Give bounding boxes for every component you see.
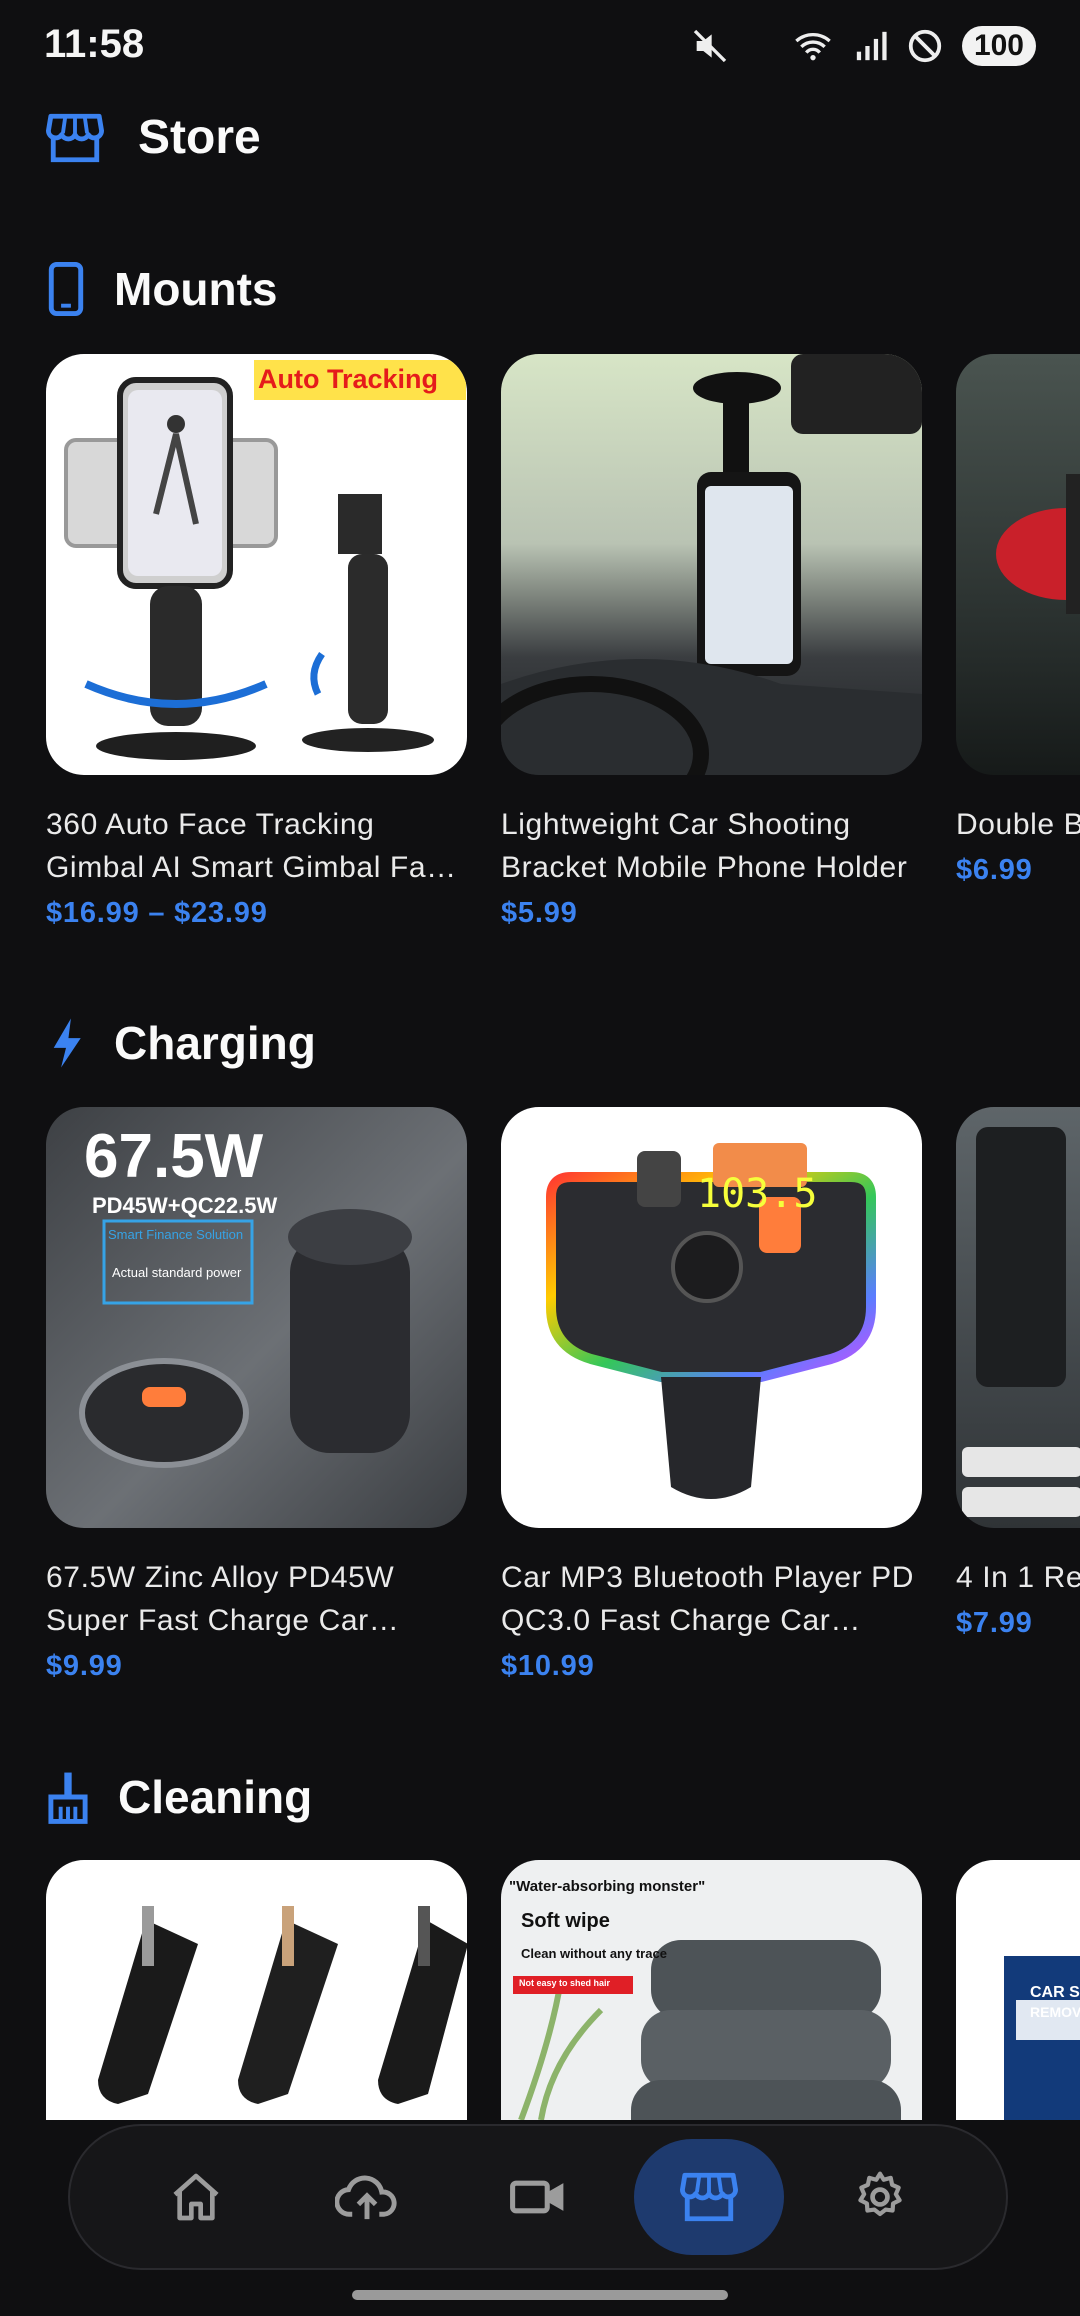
nav-video[interactable] [463,2139,613,2255]
towels-illustration [513,1940,901,2120]
product-image [501,354,922,775]
section-header-charging: Charging [46,1016,316,1070]
image-text: PD45W+QC22.5W [92,1193,278,1218]
cloud-upload-icon [334,2175,397,2220]
store-scroll-area[interactable]: Mounts Auto Tracking 360 Auto Face Track… [0,0,1080,2120]
product-name: 4 In 1 Re Charger [956,1561,1080,1594]
product-row-charging[interactable]: 67.5W PD45W+QC22.5W Smart Finance Soluti… [46,1107,1080,1683]
image-text: Not easy to shed hair [519,1978,611,1988]
image-text: Smart Finance Solution [108,1227,244,1242]
product-card[interactable]: Lightweight Car Shooting Bracket Mobile … [501,354,922,930]
product-image: CAR S REMOV [956,1860,1080,2120]
product-image: 67.5W PD45W+QC22.5W Smart Finance Soluti… [46,1107,467,1528]
product-price: $5.99 [501,897,578,929]
nav-settings[interactable] [805,2139,955,2255]
product-price: $16.99 – $23.99 [46,897,268,929]
home-icon [173,2173,219,2221]
vacuum-nozzles-illustration [98,1906,467,2104]
nav-upload[interactable] [292,2139,442,2255]
product-name: 360 Auto Face Tracking Gimbal AI Smart G… [46,808,459,884]
product-name: Lightweight Car Shooting Bracket Mobile … [501,808,908,884]
broom-icon [48,1772,88,1824]
product-card[interactable]: 67.5W PD45W+QC22.5W Smart Finance Soluti… [46,1107,467,1683]
product-card[interactable]: Auto Tracking 360 Auto Face Tracking Gim… [46,354,467,930]
image-text: Actual standard power [112,1265,242,1280]
product-row-cleaning[interactable]: "Water-absorbing monster" Soft wipe Clea… [46,1860,1080,2120]
product-row-mounts[interactable]: Auto Tracking 360 Auto Face Tracking Gim… [46,354,1080,930]
gimbal-illustration [64,360,466,760]
image-text: REMOV [1030,2004,1080,2020]
lightning-icon [53,1018,81,1068]
image-text: 67.5W [84,1122,264,1191]
section-header-cleaning: Cleaning [46,1770,312,1824]
product-card[interactable]: 103.5 Car MP3 Bluetooth Player PD QC3.0 … [501,1107,922,1683]
product-image: "Water-absorbing monster" Soft wipe Clea… [501,1860,922,2120]
product-name: 67.5W Zinc Alloy PD45W Super Fast Charge… [46,1561,395,1637]
store-icon [680,2172,739,2222]
image-text: "Water-absorbing monster" [509,1878,706,1895]
image-text: CAR S [1030,1984,1080,2001]
section-title: Cleaning [118,1771,313,1823]
holder-illustration [996,474,1080,614]
product-card[interactable]: CAR S REMOV [956,1860,1080,2120]
video-camera-icon [510,2180,564,2214]
home-indicator[interactable] [352,2290,728,2300]
product-image [46,1860,467,2120]
nav-home[interactable] [121,2139,271,2255]
product-badge: Auto Tracking [258,364,439,394]
car-holder-illustration [501,354,922,775]
image-text: Clean without any trace [521,1946,667,1961]
product-name: Car MP3 Bluetooth Player PD QC3.0 Fast C… [501,1561,915,1637]
product-card[interactable] [46,1860,467,2120]
product-card[interactable]: "Water-absorbing monster" Soft wipe Clea… [501,1860,922,2120]
product-image [956,354,1080,775]
product-price: $9.99 [46,1650,123,1682]
section-title: Mounts [114,263,278,315]
product-image [956,1107,1080,1528]
nav-store[interactable] [634,2139,785,2255]
gear-icon [858,2171,903,2217]
product-card[interactable]: Double B Holder M $6.99 [956,354,1080,930]
section-title: Charging [114,1017,316,1069]
product-price: $10.99 [501,1650,595,1682]
image-text: Soft wipe [521,1910,610,1932]
product-name: Double B Holder M [956,808,1080,841]
product-price: $7.99 [956,1607,1033,1639]
image-text: 103.5 [697,1171,818,1217]
bottom-navigation [68,2124,1008,2270]
product-card[interactable]: 4 In 1 Re Charger $7.99 [956,1107,1080,1683]
product-price: $6.99 [956,854,1033,886]
cable-charger-illustration [962,1127,1080,1517]
section-header-mounts: Mounts [46,262,278,316]
phone-icon [48,262,84,316]
product-image: Auto Tracking [46,354,467,775]
product-image: 103.5 [501,1107,922,1528]
